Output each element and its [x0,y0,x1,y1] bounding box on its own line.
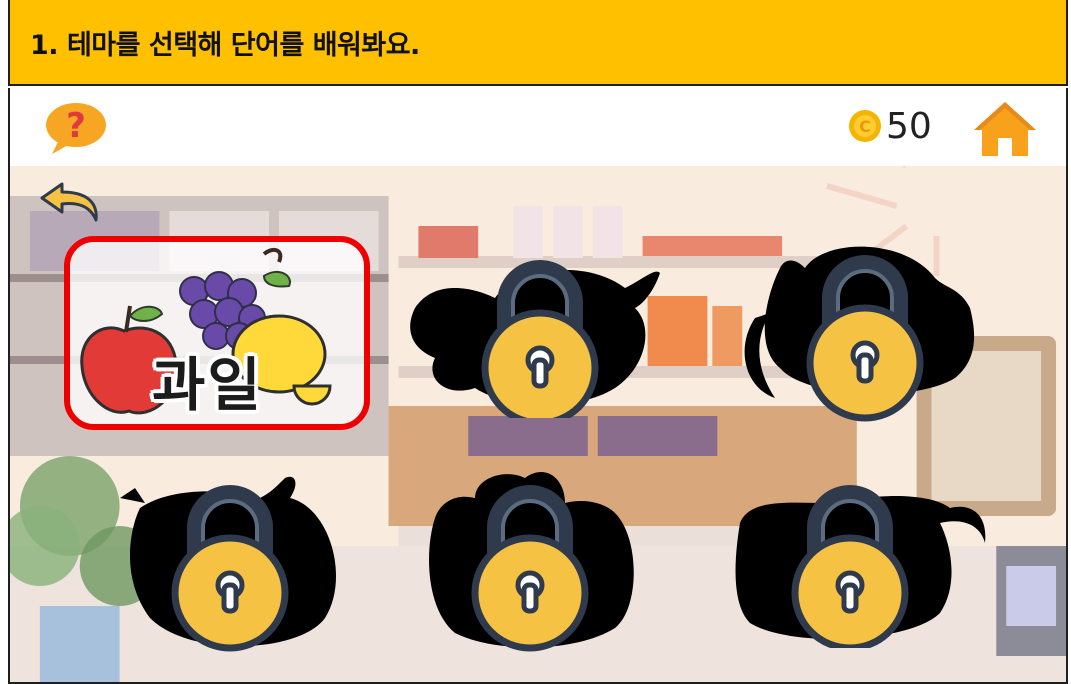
theme-label-fruit: 과일 [152,351,263,419]
home-icon[interactable] [972,98,1038,158]
svg-text:?: ? [66,106,86,146]
locked-theme-card-6[interactable] [730,463,990,648]
locked-theme-card-4[interactable] [110,468,350,653]
instruction-text: 1. 테마를 선택해 단어를 배워봐요. [30,29,420,61]
top-bar: ? C 50 [10,88,1066,166]
locked-theme-card-2[interactable] [405,248,675,418]
instruction-banner: 1. 테마를 선택해 단어를 배워봐요. [8,0,1068,86]
back-arrow-icon[interactable] [38,180,104,224]
svg-text:C: C [859,117,871,136]
coin-count: 50 [886,105,932,147]
game-screen: ? C 50 과일 [8,88,1068,684]
locked-theme-card-3[interactable] [735,238,995,423]
coin-counter: C 50 [848,102,932,150]
coin-icon: C [849,110,881,142]
locked-theme-card-5[interactable] [415,458,645,653]
question-bubble-icon[interactable]: ? [44,100,108,156]
